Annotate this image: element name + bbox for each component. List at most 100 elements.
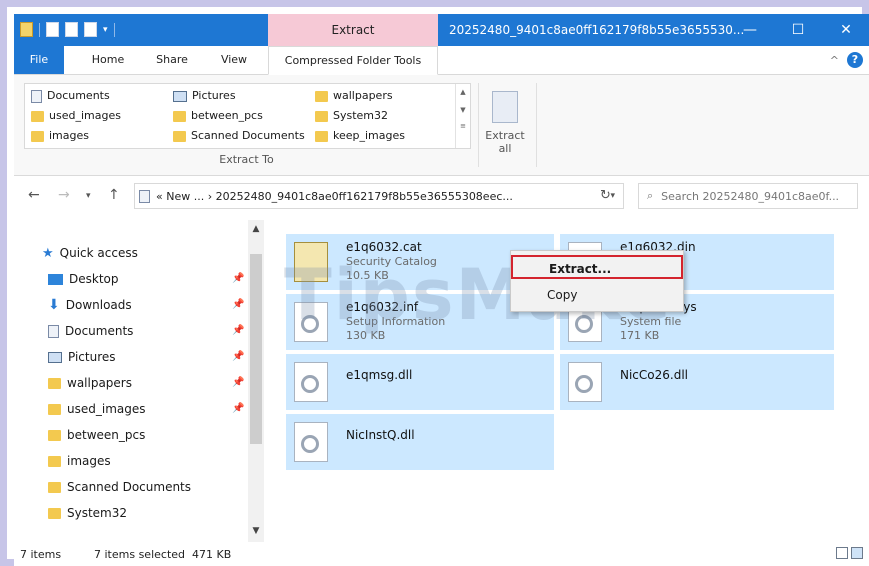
nav-label: images [67,454,111,468]
nav-item-documents[interactable]: Documents [48,320,133,342]
nav-label: Pictures [68,350,116,364]
nav-item-downloads[interactable]: ⬇ Downloads [48,294,132,316]
scroll-up-icon[interactable]: ▲ [456,88,470,96]
destination-scanned-documents[interactable]: Scanned Documents [173,126,305,146]
navigation-pane: ★ Quick access Desktop 📌 ⬇ Downloads 📌 Doc… [14,220,266,542]
minimize-button[interactable]: — [727,14,773,46]
nav-quick-access[interactable]: ★ Quick access [42,242,138,264]
scrollbar-thumb[interactable] [250,254,262,444]
tab-file[interactable]: File [14,46,64,74]
context-menu: Extract... Copy [510,250,684,312]
destination-pictures[interactable]: Pictures [173,86,236,106]
nav-item-wallpapers[interactable]: wallpapers [48,372,132,394]
context-tab-group-extract: Extract [268,14,438,46]
extract-all-label-line1: Extract [485,129,525,142]
scroll-down-icon[interactable]: ▼ [250,526,262,536]
nav-label: used_images [67,402,146,416]
window-title: 20252480_9401c8ae0ff162179f8b55e3655530.… [449,23,745,37]
destination-label: Scanned Documents [191,129,305,142]
rename-icon[interactable] [84,22,97,37]
destination-wallpapers[interactable]: wallpapers [315,86,393,106]
file-tile[interactable]: e1qmsg.dll [286,354,554,410]
tab-share[interactable]: Share [144,46,200,74]
close-button[interactable]: ✕ [823,14,869,46]
dll-icon [294,362,328,402]
scroll-down-icon[interactable]: ▼ [456,106,470,114]
tiles-view-icon[interactable] [851,547,863,559]
pin-icon: 📌 [232,377,245,388]
recent-locations-icon[interactable]: ▾ [86,191,91,201]
back-arrow-icon[interactable]: ← [28,187,40,203]
nav-scrollbar[interactable]: ▲ ▼ [248,220,264,542]
nav-item-used-images[interactable]: used_images [48,398,146,420]
destination-between-pcs[interactable]: between_pcs [173,106,263,126]
destination-label: System32 [333,109,389,122]
up-arrow-icon[interactable]: ↑ [108,187,120,203]
properties-icon[interactable] [46,22,59,37]
ribbon: Documents used_images images Pictures be… [14,75,869,176]
nav-label: System32 [67,506,128,520]
file-tile[interactable]: NicInstQ.dll [286,414,554,470]
gallery-scroll[interactable]: ▲ ▼ ≡ [455,84,470,148]
expand-gallery-icon[interactable]: ≡ [456,122,470,130]
file-name: e1qmsg.dll [346,368,413,382]
menu-item-copy[interactable]: Copy [511,283,683,307]
extract-all-label-line2: all [498,142,512,155]
tab-compressed-folder-tools[interactable]: Compressed Folder Tools [268,46,438,75]
gear-icon [575,315,593,333]
folder-icon [48,403,61,415]
nav-item-system32[interactable]: System32 [48,502,127,524]
help-icon[interactable]: ? [847,52,863,68]
folder-icon [173,110,186,122]
destination-system32[interactable]: System32 [315,106,388,126]
tab-view[interactable]: View [206,46,262,74]
destination-label: keep_images [333,129,405,142]
pin-icon: 📌 [232,351,245,362]
nav-item-between-pcs[interactable]: between_pcs [48,424,145,446]
extract-all-button[interactable]: Extract all [484,91,526,155]
toolbar-divider [113,22,115,37]
destination-images[interactable]: images [31,126,89,146]
folder-icon[interactable] [20,22,33,37]
nav-item-scanned-documents[interactable]: Scanned Documents [48,476,191,498]
maximize-button[interactable]: ☐ [775,14,821,46]
address-bar[interactable]: « New ... › 20252480_9401c8ae0ff162179f8… [134,183,624,209]
toolbar-divider [39,22,40,37]
file-explorer-window: ▾ Extract 20252480_9401c8ae0ff162179f8b5… [14,14,869,566]
nav-label: Scanned Documents [67,480,192,494]
pictures-icon [48,351,62,363]
nav-item-desktop[interactable]: Desktop [48,268,119,290]
gear-icon [301,435,319,453]
star-icon: ★ [42,245,54,261]
nav-item-pictures[interactable]: Pictures [48,346,116,368]
selection-info: 7 items selected 471 KB [94,548,232,561]
details-view-icon[interactable] [836,547,848,559]
file-tile[interactable]: NicCo26.dll [560,354,834,410]
destination-label: Documents [47,89,110,102]
collapse-ribbon-icon[interactable]: ^ [830,54,839,67]
customize-toolbar-icon[interactable]: ▾ [103,25,108,35]
destination-label: used_images [49,109,121,122]
destination-label: between_pcs [191,109,263,122]
new-folder-icon[interactable] [65,22,78,37]
nav-label: Quick access [59,246,138,260]
folder-icon [48,429,61,441]
group-divider [478,83,479,167]
search-input[interactable]: ⌕ Search 20252480_9401c8ae0f... [638,183,858,209]
forward-arrow-icon[interactable]: → [58,187,70,203]
menu-item-extract[interactable]: Extract... [511,255,683,279]
refresh-icon[interactable]: ↻ [600,188,611,203]
destination-label: Pictures [192,89,236,102]
folder-icon [315,130,328,142]
tab-home[interactable]: Home [80,46,136,74]
address-dropdown-icon[interactable]: ▾ [610,191,615,201]
destination-label: images [49,129,89,142]
scroll-up-icon[interactable]: ▲ [250,224,262,234]
destination-used-images[interactable]: used_images [31,106,121,126]
destination-documents[interactable]: Documents [31,86,110,106]
nav-label: wallpapers [67,376,132,390]
pictures-icon [173,90,187,102]
destination-keep-images[interactable]: keep_images [315,126,405,146]
folder-icon [315,110,328,122]
nav-item-images[interactable]: images [48,450,111,472]
